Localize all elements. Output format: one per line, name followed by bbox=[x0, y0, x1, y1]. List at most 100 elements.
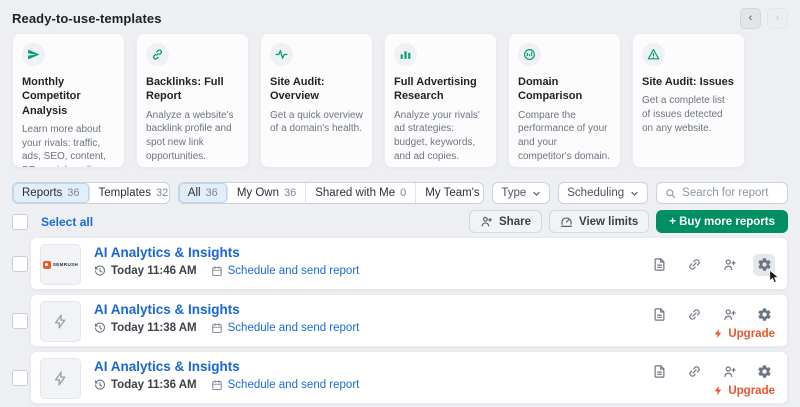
report-title-link[interactable]: AI Analytics & Insights bbox=[94, 245, 359, 260]
chevron-down-icon bbox=[532, 189, 541, 198]
share-report-icon[interactable] bbox=[718, 304, 740, 326]
report-time: Today 11:38 AM bbox=[94, 322, 197, 334]
export-pdf-icon[interactable] bbox=[648, 304, 670, 326]
view-limits-button[interactable]: View limits bbox=[549, 210, 649, 233]
bolt-icon bbox=[52, 313, 69, 330]
tab-templates[interactable]: Templates 32 bbox=[90, 183, 170, 203]
report-title-link[interactable]: AI Analytics & Insights bbox=[94, 359, 359, 374]
filter-count: 36 bbox=[284, 187, 296, 199]
template-card-domain-comparison[interactable]: Domain Comparison Compare the performanc… bbox=[508, 33, 621, 168]
template-title: Backlinks: Full Report bbox=[146, 75, 239, 104]
upgrade-link[interactable]: Upgrade bbox=[713, 328, 775, 340]
share-button[interactable]: Share bbox=[469, 210, 542, 233]
buy-more-reports-button[interactable]: + Buy more reports bbox=[656, 210, 788, 233]
tab-count: 36 bbox=[67, 187, 79, 199]
row-checkbox[interactable] bbox=[12, 370, 28, 386]
filter-all[interactable]: All 36 bbox=[179, 183, 228, 203]
upgrade-link[interactable]: Upgrade bbox=[713, 385, 775, 397]
report-thumbnail: SEMRUSH bbox=[40, 244, 81, 285]
link-icon bbox=[146, 43, 169, 66]
comparison-icon bbox=[518, 43, 541, 66]
template-card-full-advertising-research[interactable]: Full Advertising Research Analyze your r… bbox=[384, 33, 497, 168]
schedule-report-link[interactable]: Schedule and send report bbox=[211, 379, 360, 391]
view-limits-label: View limits bbox=[579, 216, 638, 228]
filter-bar: Reports 36 Templates 32 All 36 My Own 36… bbox=[12, 182, 788, 204]
export-pdf-icon[interactable] bbox=[648, 361, 670, 383]
select-all-label[interactable]: Select all bbox=[41, 215, 93, 229]
filter-label: My Own bbox=[237, 187, 279, 199]
template-title: Site Audit: Issues bbox=[642, 75, 735, 89]
filter-label: My Team's bbox=[425, 187, 479, 199]
bolt-icon bbox=[52, 370, 69, 387]
filter-my-own[interactable]: My Own 36 bbox=[228, 183, 306, 203]
search-icon bbox=[665, 188, 676, 199]
clock-history-icon bbox=[94, 322, 106, 334]
filter-label: All bbox=[188, 187, 201, 199]
select-all-checkbox[interactable] bbox=[12, 214, 28, 230]
filter-shared-with-me[interactable]: Shared with Me 0 bbox=[306, 183, 416, 203]
search-input[interactable] bbox=[682, 187, 779, 199]
share-report-icon[interactable] bbox=[718, 254, 740, 276]
share-report-icon[interactable] bbox=[718, 361, 740, 383]
template-description: Analyze a website's backlink profile and… bbox=[146, 109, 239, 164]
report-row: AI Analytics & Insights Today 11:36 AM S… bbox=[0, 351, 800, 404]
carousel-next-button[interactable]: › bbox=[767, 8, 788, 29]
template-card-backlinks-full-report[interactable]: Backlinks: Full Report Analyze a website… bbox=[136, 33, 249, 168]
search-box bbox=[656, 182, 788, 204]
bar-chart-icon bbox=[394, 43, 417, 66]
settings-gear-icon[interactable] bbox=[753, 361, 775, 383]
tab-count: 32 bbox=[156, 187, 168, 199]
row-checkbox[interactable] bbox=[12, 313, 28, 329]
report-title-link[interactable]: AI Analytics & Insights bbox=[94, 302, 359, 317]
scheduling-dropdown[interactable]: Scheduling bbox=[558, 182, 648, 204]
template-title: Domain Comparison bbox=[518, 75, 611, 104]
report-card: AI Analytics & Insights Today 11:36 AM S… bbox=[30, 351, 788, 404]
buy-more-reports-label: + Buy more reports bbox=[669, 216, 775, 228]
schedule-report-link[interactable]: Schedule and send report bbox=[211, 322, 360, 334]
calendar-icon bbox=[211, 379, 223, 391]
template-description: Learn more about your rivals: traffic, a… bbox=[22, 123, 115, 168]
copy-link-icon[interactable] bbox=[683, 361, 705, 383]
mouse-cursor-icon bbox=[768, 269, 781, 289]
report-card: SEMRUSH AI Analytics & Insights Today 11… bbox=[30, 237, 788, 290]
template-title: Site Audit: Overview bbox=[270, 75, 363, 104]
copy-link-icon[interactable] bbox=[683, 254, 705, 276]
gauge-icon bbox=[560, 215, 573, 228]
ownership-filter: All 36 My Own 36 Shared with Me 0 My Tea… bbox=[178, 182, 485, 204]
filter-my-teams[interactable]: My Team's 0 bbox=[416, 183, 484, 203]
share-label: Share bbox=[499, 216, 531, 228]
copy-link-icon[interactable] bbox=[683, 304, 705, 326]
tab-reports[interactable]: Reports 36 bbox=[13, 183, 90, 203]
dropdown-label: Type bbox=[501, 187, 526, 199]
template-description: Get a quick overview of a domain's healt… bbox=[270, 109, 363, 137]
carousel-prev-button[interactable]: ‹ bbox=[740, 8, 761, 29]
reports-templates-tabs: Reports 36 Templates 32 bbox=[12, 182, 170, 204]
report-row: SEMRUSH AI Analytics & Insights Today 11… bbox=[0, 237, 800, 290]
filter-count: 36 bbox=[206, 187, 218, 199]
pulse-icon bbox=[270, 43, 293, 66]
template-description: Compare the performance of your and your… bbox=[518, 109, 611, 164]
report-time: Today 11:46 AM bbox=[94, 265, 197, 277]
template-card-monthly-competitor-analysis[interactable]: Monthly Competitor Analysis Learn more a… bbox=[12, 33, 125, 168]
settings-gear-icon[interactable] bbox=[753, 304, 775, 326]
report-thumbnail bbox=[40, 358, 81, 399]
clock-history-icon bbox=[94, 265, 106, 277]
toolbar: Select all Share View limits + Buy more … bbox=[12, 210, 788, 233]
carousel-nav: ‹ › bbox=[740, 8, 788, 29]
template-card-site-audit-issues[interactable]: Site Audit: Issues Get a complete list o… bbox=[632, 33, 745, 168]
send-icon bbox=[22, 43, 45, 66]
page-header: Ready-to-use-templates ‹ › bbox=[12, 6, 788, 30]
bolt-icon bbox=[713, 328, 724, 339]
report-row: AI Analytics & Insights Today 11:38 AM S… bbox=[0, 294, 800, 347]
schedule-report-link[interactable]: Schedule and send report bbox=[211, 265, 360, 277]
template-card-site-audit-overview[interactable]: Site Audit: Overview Get a quick overvie… bbox=[260, 33, 373, 168]
tab-label: Reports bbox=[22, 187, 62, 199]
export-pdf-icon[interactable] bbox=[648, 254, 670, 276]
filter-count: 0 bbox=[400, 187, 406, 199]
person-plus-icon bbox=[480, 215, 493, 228]
page-title: Ready-to-use-templates bbox=[12, 11, 162, 26]
row-checkbox[interactable] bbox=[12, 256, 28, 272]
semrush-logo: SEMRUSH bbox=[43, 261, 78, 269]
type-dropdown[interactable]: Type bbox=[492, 182, 550, 204]
calendar-icon bbox=[211, 265, 223, 277]
